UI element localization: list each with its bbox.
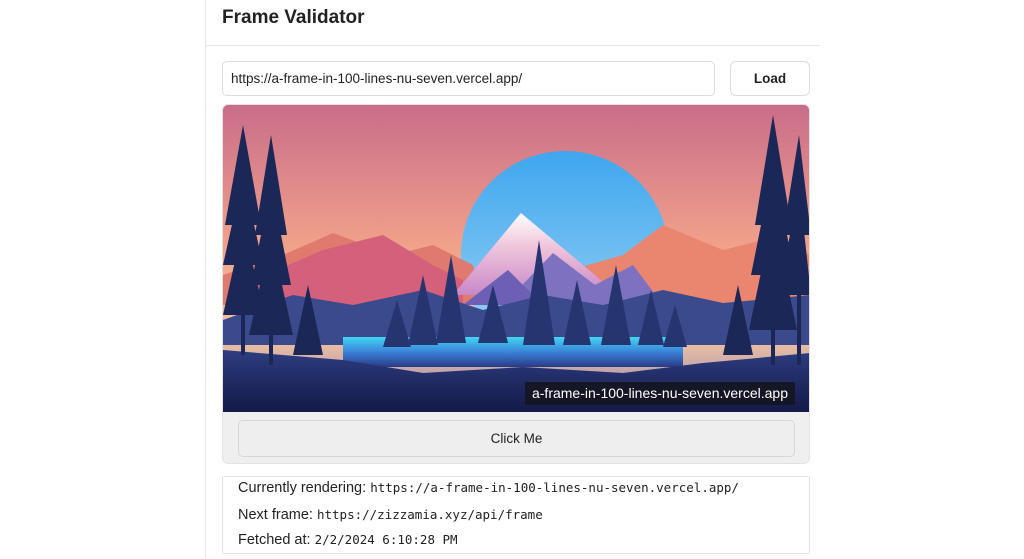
validator-panel: Frame Validator Load: [205, 0, 820, 559]
currently-rendering-value: https://a-frame-in-100-lines-nu-seven.ve…: [370, 480, 739, 495]
url-input[interactable]: [222, 61, 715, 96]
fetched-at-label: Fetched at:: [238, 532, 311, 548]
frame-domain-badge: a-frame-in-100-lines-nu-seven.vercel.app: [524, 382, 795, 405]
fetched-at-value: 2/2/2024 6:10:28 PM: [314, 532, 458, 547]
frame-action-button[interactable]: Click Me: [238, 420, 795, 457]
header: Frame Validator: [206, 0, 820, 46]
next-frame-label: Next frame:: [238, 507, 313, 523]
next-frame-value: https://zizzamia.xyz/api/frame: [316, 507, 543, 522]
frame-info-panel: Currently rendering: https://a-frame-in-…: [222, 476, 810, 554]
next-frame-row: Next frame: https://zizzamia.xyz/api/fra…: [238, 507, 543, 523]
page-title: Frame Validator: [222, 7, 365, 28]
currently-rendering-row: Currently rendering: https://a-frame-in-…: [238, 480, 739, 496]
frame-preview: a-frame-in-100-lines-nu-seven.vercel.app…: [222, 104, 810, 464]
load-button[interactable]: Load: [730, 61, 810, 96]
currently-rendering-label: Currently rendering:: [238, 480, 367, 496]
frame-image: [223, 105, 809, 412]
fetched-at-row: Fetched at: 2/2/2024 6:10:28 PM: [238, 532, 458, 548]
